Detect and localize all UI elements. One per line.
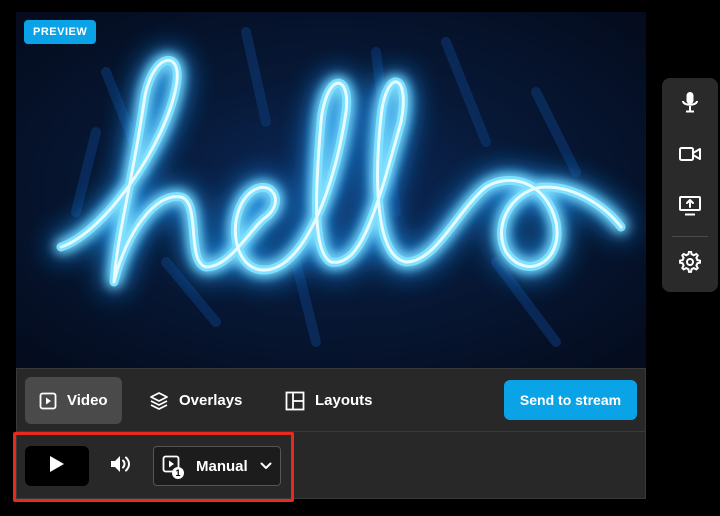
neon-hello-image (51, 27, 631, 347)
camera-button[interactable] (670, 136, 710, 176)
playback-controls: 1 Manual (16, 431, 646, 499)
play-button[interactable] (25, 446, 89, 486)
play-square-icon (39, 392, 57, 410)
screen-share-button[interactable] (670, 188, 710, 228)
side-divider (672, 236, 708, 237)
tab-overlays-label: Overlays (179, 392, 243, 409)
video-preview: PREVIEW (16, 12, 646, 368)
playback-mode-select[interactable]: 1 Manual (153, 446, 281, 486)
mode-count-badge: 1 (172, 467, 184, 479)
side-toolbar (662, 78, 718, 292)
layout-icon (285, 391, 305, 411)
send-to-stream-button[interactable]: Send to stream (504, 380, 637, 420)
settings-button[interactable] (670, 244, 710, 284)
tab-video-label: Video (67, 392, 108, 409)
camera-icon (679, 146, 701, 167)
mode-value: Manual (196, 457, 248, 475)
play-icon (49, 455, 65, 478)
tab-layouts[interactable]: Layouts (271, 377, 387, 424)
screen-share-icon (679, 195, 701, 221)
tab-layouts-label: Layouts (315, 392, 373, 409)
microphone-icon (681, 91, 699, 118)
gear-icon (679, 250, 701, 278)
volume-icon (109, 453, 133, 480)
tab-overlays[interactable]: Overlays (135, 377, 256, 424)
layers-icon (149, 391, 169, 411)
preview-badge: PREVIEW (24, 20, 97, 44)
playlist-video-icon: 1 (162, 453, 188, 479)
microphone-button[interactable] (670, 84, 710, 124)
volume-button[interactable] (103, 446, 139, 486)
tab-video[interactable]: Video (25, 377, 122, 424)
chevron-down-icon (260, 457, 272, 475)
source-tabbar: Video Overlays Layouts Send to stream (16, 368, 646, 431)
